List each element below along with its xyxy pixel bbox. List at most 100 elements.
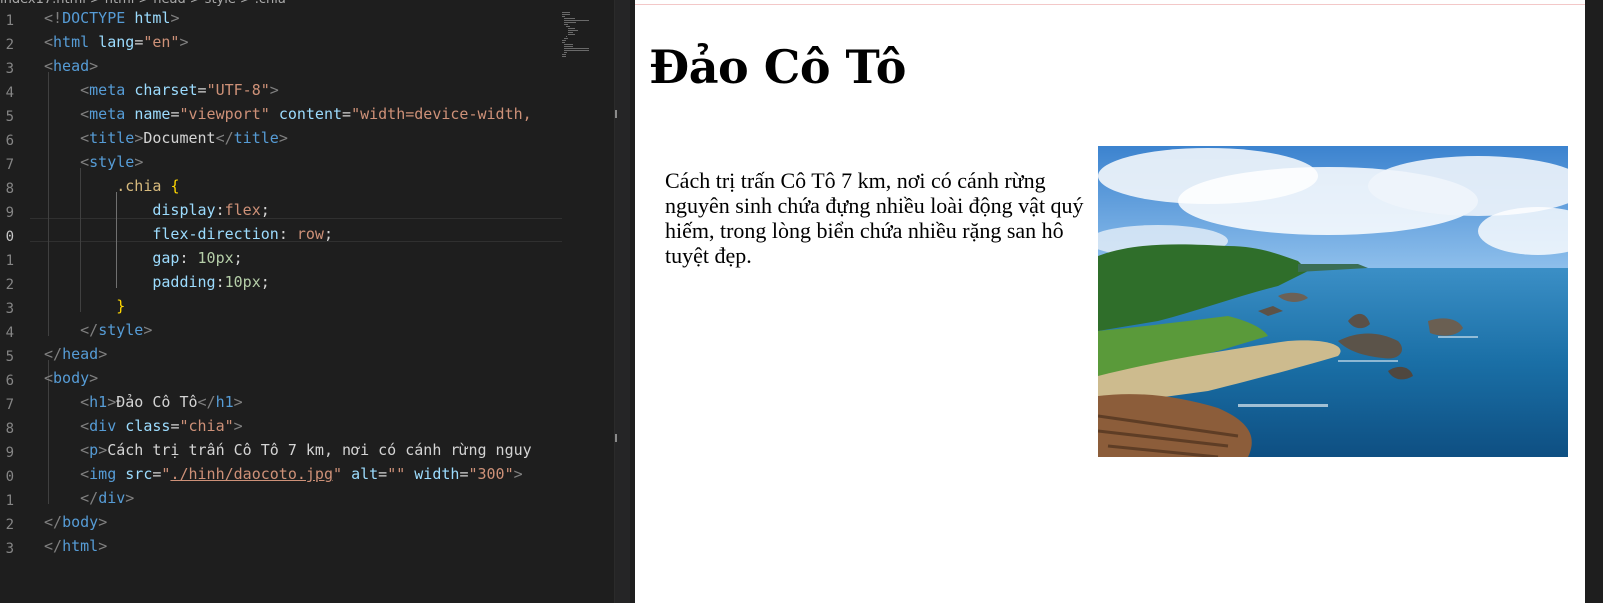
- code-token: :: [215, 201, 225, 219]
- code-token: >: [233, 417, 243, 435]
- code-token: row: [296, 225, 324, 243]
- code-line[interactable]: </html>: [44, 537, 107, 561]
- code-line[interactable]: }: [44, 297, 125, 321]
- code-editor[interactable]: index17.html>html>head>style>.chia 12345…: [0, 0, 630, 603]
- line-number: 4: [5, 325, 14, 341]
- code-token: charset: [134, 81, 198, 99]
- code-token: head: [62, 345, 99, 363]
- code-line[interactable]: </style>: [44, 321, 152, 345]
- code-token: padding: [152, 273, 216, 291]
- code-token: html: [53, 33, 90, 51]
- code-line[interactable]: <!DOCTYPE html>: [44, 9, 179, 33]
- minimap-line: [564, 48, 589, 49]
- code-token: =: [378, 465, 388, 483]
- minimap-line: [562, 12, 570, 13]
- minimap-line: [562, 16, 565, 17]
- code-line[interactable]: <title>Document</title>: [44, 129, 288, 153]
- code-token: >: [107, 393, 117, 411]
- code-token: >: [170, 9, 180, 27]
- code-area[interactable]: <!DOCTYPE html> <html lang="en"> <head> <m…: [44, 0, 564, 603]
- code-token: ;: [233, 249, 243, 267]
- code-token: <: [44, 33, 54, 51]
- code-token: <: [44, 369, 54, 387]
- code-line[interactable]: <head>: [44, 57, 98, 81]
- line-number: 3: [5, 541, 14, 557]
- scroll-marker: [615, 434, 617, 442]
- code-token: >: [125, 489, 135, 507]
- line-number: 7: [5, 397, 14, 413]
- code-token: Cách trị trấn Cô Tô 7 km, nơi có cánh rừ…: [107, 441, 532, 459]
- code-token: flex: [224, 201, 261, 219]
- code-line[interactable]: <style>: [44, 153, 143, 177]
- code-token: "width=device-width,: [351, 105, 532, 123]
- code-line[interactable]: </head>: [44, 345, 107, 369]
- line-number: 1: [5, 13, 14, 29]
- line-number: 7: [5, 157, 14, 173]
- code-line[interactable]: <h1>Đảo Cô Tô</h1>: [44, 393, 243, 417]
- code-token: <: [80, 393, 90, 411]
- vertical-scrollbar[interactable]: [614, 0, 630, 603]
- code-token: >: [269, 81, 279, 99]
- code-token: meta: [89, 81, 126, 99]
- line-number: 1: [5, 253, 14, 269]
- island-photo: [1098, 146, 1568, 457]
- code-token: div: [89, 417, 117, 435]
- code-token: </: [215, 129, 234, 147]
- code-token: flex-direction: [152, 225, 279, 243]
- minimap-line: [562, 54, 566, 55]
- code-line[interactable]: </div>: [44, 489, 134, 513]
- code-token: lang: [98, 33, 135, 51]
- line-number: 2: [5, 517, 14, 533]
- code-token: body: [53, 369, 90, 387]
- code-token: ;: [260, 201, 270, 219]
- code-line[interactable]: .chia {: [44, 177, 179, 201]
- line-number: 8: [5, 421, 14, 437]
- minimap-line: [564, 38, 568, 39]
- line-number: 3: [5, 301, 14, 317]
- minimap-line: [564, 18, 575, 19]
- page-heading: Đảo Cô Tô: [649, 40, 906, 94]
- code-line[interactable]: </body>: [44, 513, 107, 537]
- line-number: 1: [5, 493, 14, 509]
- code-line[interactable]: <meta name="viewport" content="width=dev…: [44, 105, 532, 129]
- code-token: </: [44, 537, 63, 555]
- code-token: >: [98, 513, 108, 531]
- code-line[interactable]: padding:10px;: [44, 273, 269, 297]
- code-token: .chia: [116, 177, 162, 195]
- code-token: p: [89, 441, 99, 459]
- code-token: head: [53, 57, 90, 75]
- code-line[interactable]: <html lang="en">: [44, 33, 189, 57]
- code-token: <: [44, 57, 54, 75]
- code-line[interactable]: <meta charset="UTF-8">: [44, 81, 279, 105]
- code-token: <: [80, 153, 90, 171]
- code-token: div: [98, 489, 126, 507]
- code-line[interactable]: <img src="./hinh/daocoto.jpg" alt="" wid…: [44, 465, 523, 489]
- minimap[interactable]: [562, 0, 614, 603]
- line-number: 0: [5, 229, 14, 245]
- code-token: </: [80, 489, 99, 507]
- minimap-line: [562, 14, 570, 15]
- code-line[interactable]: <p>Cách trị trấn Cô Tô 7 km, nơi có cánh…: [44, 441, 532, 465]
- code-line[interactable]: gap: 10px;: [44, 249, 243, 273]
- code-line[interactable]: flex-direction: row;: [44, 225, 333, 249]
- line-number: 9: [5, 445, 14, 461]
- code-token: =: [134, 33, 144, 51]
- code-line[interactable]: <body>: [44, 369, 98, 393]
- code-line[interactable]: display:flex;: [44, 201, 270, 225]
- code-line[interactable]: <div class="chia">: [44, 417, 243, 441]
- code-token: body: [62, 513, 99, 531]
- code-token: >: [143, 321, 153, 339]
- code-token: title: [89, 129, 135, 147]
